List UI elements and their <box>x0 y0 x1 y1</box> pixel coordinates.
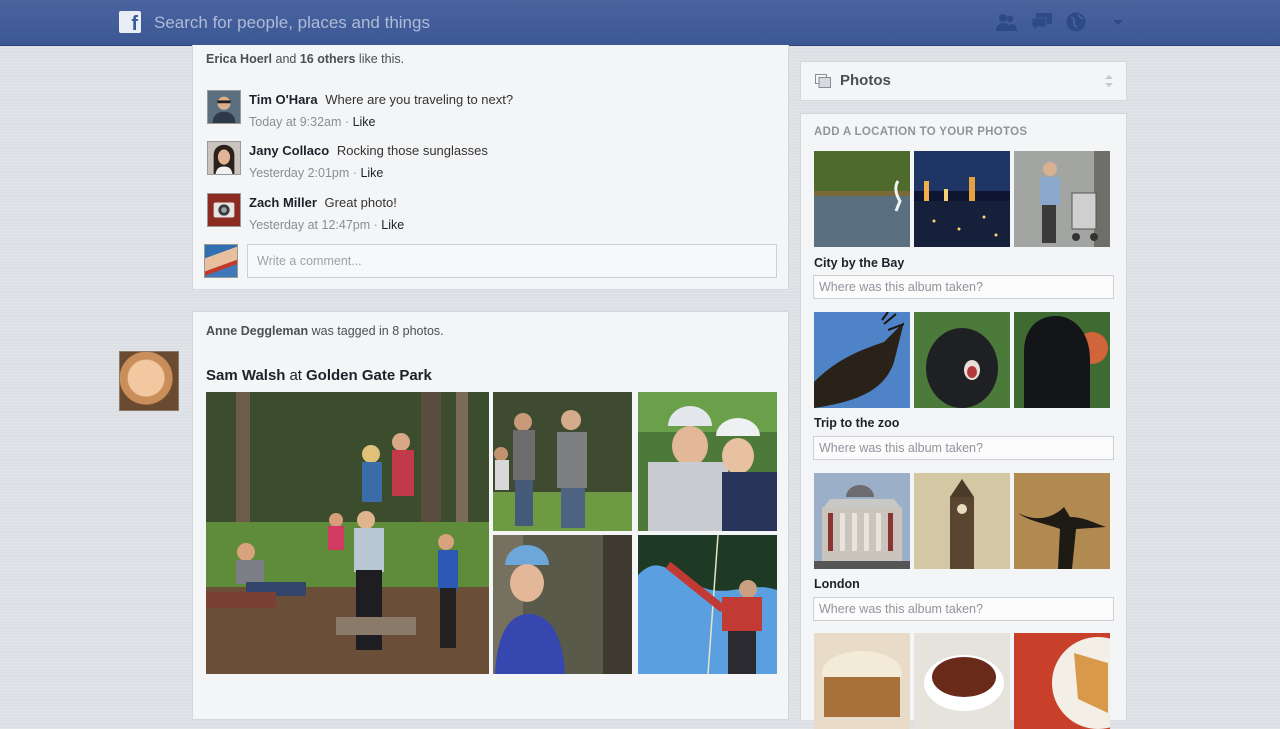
tagged-photos-story-card: Anne Deggleman was tagged in 8 photos. S… <box>192 311 789 720</box>
tagged-person-link[interactable]: Sam Walsh <box>206 367 285 384</box>
album-location-input[interactable] <box>813 436 1114 460</box>
album-name[interactable]: City by the Bay <box>814 256 904 270</box>
photos-panel-header[interactable]: Photos <box>800 61 1127 101</box>
album-thumb-man-stroller[interactable] <box>1014 151 1110 247</box>
photos-icon <box>815 74 831 88</box>
add-location-heading: ADD A LOCATION TO YOUR PHOTOS <box>814 126 1028 138</box>
album-thumb-tart[interactable] <box>1014 633 1110 729</box>
story-action-text: was tagged in 8 photos. <box>311 324 444 338</box>
sort-arrows-icon[interactable] <box>1104 72 1114 90</box>
album-thumb-big-ben[interactable] <box>914 473 1010 569</box>
likes-and-text: and <box>275 52 297 66</box>
comment-separator: · <box>373 218 378 232</box>
album-thumb-national-gallery[interactable] <box>814 473 910 569</box>
album-thumb-pie[interactable] <box>914 633 1010 729</box>
album-thumb-gorilla-profile[interactable] <box>1014 312 1110 408</box>
comment-body: Tim O'Hara Where are you traveling to ne… <box>249 92 749 129</box>
current-user-avatar <box>204 244 238 278</box>
comment-separator: · <box>344 115 350 129</box>
post-comments-card: Erica Hoerl and 16 others like this. Tim… <box>192 45 789 290</box>
comment-like-link[interactable]: Like <box>353 115 376 129</box>
commenter-name-link[interactable]: Zach Miller <box>249 195 317 210</box>
top-navigation-bar: f <box>0 0 1280 46</box>
commenter-avatar[interactable] <box>207 90 241 124</box>
album-thumb-statue-silhouette[interactable] <box>1014 473 1110 569</box>
story-actor-link[interactable]: Anne Deggleman <box>206 324 308 338</box>
album-thumb-gorilla-roar[interactable] <box>914 312 1010 408</box>
comment-body: Jany Collaco Rocking those sunglasses Ye… <box>249 143 749 180</box>
comment-body: Zach Miller Great photo! Yesterday at 12… <box>249 195 749 232</box>
comment-separator: · <box>352 166 357 180</box>
write-comment-input[interactable] <box>247 244 777 278</box>
photos-panel-title: Photos <box>840 72 891 89</box>
search-input[interactable] <box>152 9 576 37</box>
anne-deggleman-avatar[interactable] <box>119 351 179 411</box>
likes-suffix-text: like this. <box>358 52 405 66</box>
liker-name-link[interactable]: Erica Hoerl <box>206 52 272 66</box>
album-name[interactable]: London <box>814 577 860 591</box>
album-location-input[interactable] <box>813 275 1114 299</box>
commenter-name-link[interactable]: Jany Collaco <box>249 143 329 158</box>
story-at-text: at <box>289 367 302 384</box>
facebook-logo-icon[interactable]: f <box>119 11 141 33</box>
like-summary: Erica Hoerl and 16 others like this. <box>206 52 404 66</box>
comment-like-link[interactable]: Like <box>381 218 404 232</box>
photo-group-tug-of-war[interactable] <box>206 392 489 674</box>
account-menu-caret-icon[interactable] <box>1106 10 1130 34</box>
comment-text: Great photo! <box>324 195 397 210</box>
friend-requests-icon[interactable] <box>994 10 1018 34</box>
likes-others-link[interactable]: 16 others <box>300 52 356 66</box>
messages-icon[interactable] <box>1030 10 1054 34</box>
album-thumb-pastry[interactable] <box>814 633 910 729</box>
comment-timestamp[interactable]: Today at 9:32am <box>249 115 341 129</box>
album-thumb-bird[interactable] <box>814 312 910 408</box>
comment-timestamp[interactable]: Yesterday at 12:47pm <box>249 218 370 232</box>
album-thumb-egret-lake[interactable] <box>814 151 910 247</box>
place-link[interactable]: Golden Gate Park <box>306 367 432 384</box>
notifications-globe-icon[interactable] <box>1064 10 1088 34</box>
commenter-avatar[interactable] <box>207 193 241 227</box>
comment-text: Rocking those sunglasses <box>336 143 488 158</box>
comment-text: Where are you traveling to next? <box>325 92 514 107</box>
album-thumb-city-night[interactable] <box>914 151 1010 247</box>
comment-like-link[interactable]: Like <box>360 166 383 180</box>
story-tagline: Anne Deggleman was tagged in 8 photos. <box>206 324 444 338</box>
photo-girl-helmet[interactable] <box>493 535 632 674</box>
story-title: Sam Walsh at Golden Gate Park <box>206 367 432 384</box>
album-location-input[interactable] <box>813 597 1114 621</box>
photo-helmets-selfie[interactable] <box>638 392 777 531</box>
photo-two-men-forest[interactable] <box>493 392 632 531</box>
add-location-panel: ADD A LOCATION TO YOUR PHOTOS City by th… <box>800 113 1127 729</box>
commenter-avatar[interactable] <box>207 141 241 175</box>
album-name[interactable]: Trip to the zoo <box>814 416 899 430</box>
photo-climbing-rope[interactable] <box>638 535 777 674</box>
comment-timestamp[interactable]: Yesterday 2:01pm <box>249 166 349 180</box>
commenter-name-link[interactable]: Tim O'Hara <box>249 92 318 107</box>
